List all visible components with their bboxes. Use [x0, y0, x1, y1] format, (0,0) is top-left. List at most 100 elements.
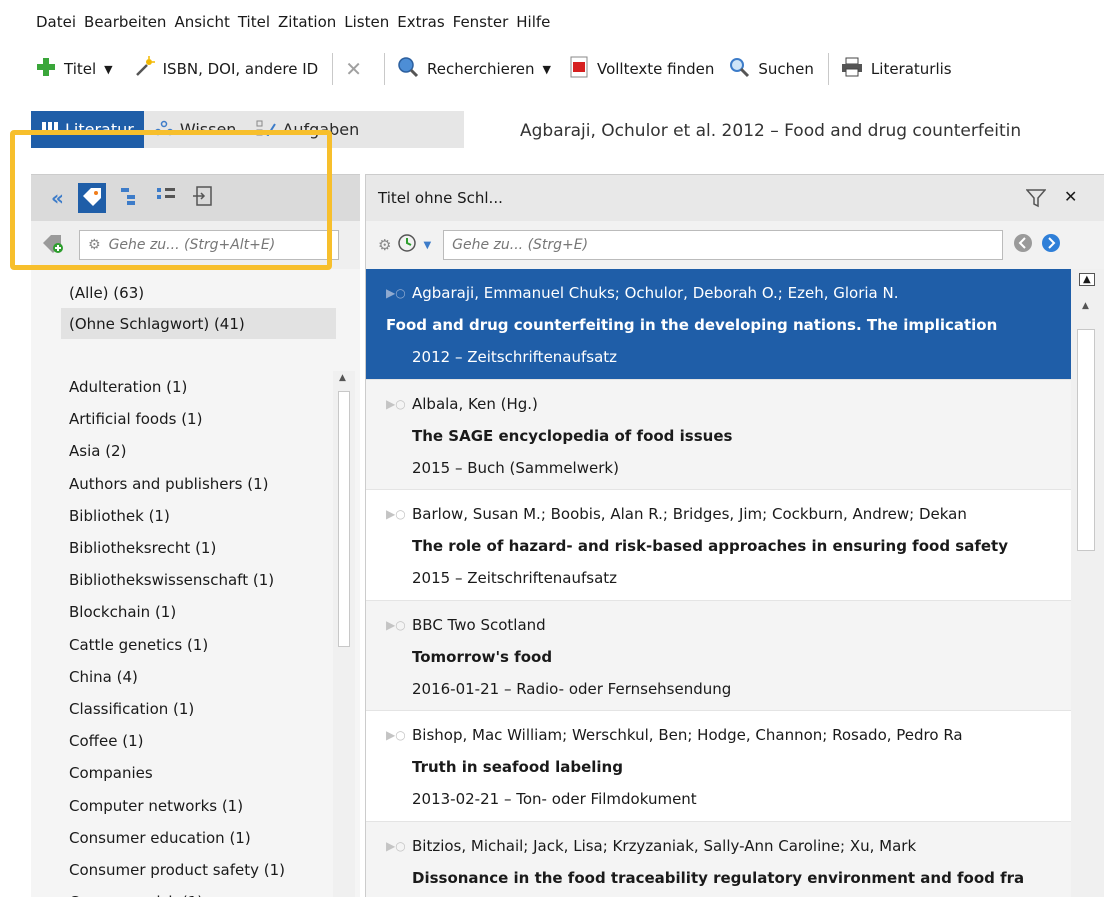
reference-authors: Agbaraji, Emmanuel Chuks; Ochulor, Debor…	[412, 284, 899, 302]
close-icon: ✕	[345, 57, 362, 81]
tab-literatur[interactable]: Literatur	[31, 111, 144, 148]
keyword-item[interactable]: Adulteration (1)	[31, 371, 341, 403]
recherchieren-label: Recherchieren	[426, 60, 535, 78]
next-arrow-icon[interactable]	[1041, 233, 1061, 257]
keyword-item[interactable]: Consumer product safety (1)	[31, 854, 341, 886]
network-icon	[154, 120, 174, 140]
keyword-scrollbar-thumb[interactable]	[338, 391, 350, 647]
flag-icon[interactable]: ▶○	[386, 728, 412, 742]
tab-wissen-label: Wissen	[179, 120, 237, 139]
volltexte-label: Volltexte finden	[596, 60, 715, 78]
keyword-item[interactable]: Companies	[31, 757, 341, 789]
flag-icon[interactable]: ▶○	[386, 507, 412, 521]
tab-wissen[interactable]: Wissen	[144, 111, 247, 148]
reference-authors: BBC Two Scotland	[412, 615, 546, 634]
current-reference-title: Agbaraji, Ochulor et al. 2012 – Food and…	[520, 121, 1022, 141]
collapse-panel-icon[interactable]: «	[51, 186, 64, 210]
gear-icon[interactable]: ⚙	[88, 237, 101, 253]
keyword-item[interactable]: Coffee (1)	[31, 725, 341, 757]
keyword-item[interactable]: Classification (1)	[31, 693, 341, 725]
reference-title: The SAGE encyclopedia of food issues	[412, 426, 733, 445]
keyword-item[interactable]: Artificial foods (1)	[31, 403, 341, 435]
keyword-item[interactable]: Bibliotheksrecht (1)	[31, 532, 341, 564]
keyword-item[interactable]: Authors and publishers (1)	[31, 468, 341, 500]
category-tree-icon[interactable]	[120, 186, 142, 210]
reference-title: Dissonance in the food traceability regu…	[412, 868, 1025, 887]
menu-listen[interactable]: Listen	[344, 13, 389, 31]
scroll-top-icon[interactable]: ▲	[1079, 273, 1095, 286]
keyword-item[interactable]: Asia (2)	[31, 435, 341, 467]
menu-bearbeiten[interactable]: Bearbeiten	[84, 13, 166, 31]
suchen-button[interactable]: Suchen	[728, 56, 814, 82]
keyword-scrollbar[interactable]: ▲	[333, 371, 355, 897]
toolbar: Titel ▼ ISBN, DOI, andere ID ✕ Recherchi…	[0, 44, 1104, 94]
menu-zitation[interactable]: Zitation	[278, 13, 336, 31]
reference-search-input[interactable]: Gehe zu... (Strg+E)	[443, 230, 1004, 260]
reference-authors: Bishop, Mac William; Werschkul, Ben; Hod…	[412, 726, 963, 744]
keyword-item[interactable]: Bibliothek (1)	[31, 500, 341, 532]
keyword-item[interactable]: Bibliothekswissenschaft (1)	[31, 564, 341, 596]
plus-icon	[36, 57, 56, 81]
keyword-pinned-list: (Alle) (63) (Ohne Schlagwort) (41)	[31, 277, 360, 339]
previous-arrow-icon[interactable]	[1013, 233, 1033, 257]
flag-icon[interactable]: ▶○	[386, 397, 412, 411]
menu-extras[interactable]: Extras	[397, 13, 444, 31]
delete-button[interactable]: ✕	[345, 57, 370, 81]
dropdown-arrow-icon[interactable]: ▼	[423, 240, 431, 251]
keyword-item[interactable]: Consumer education (1)	[31, 822, 341, 854]
flag-icon[interactable]: ▶○	[386, 286, 412, 300]
keyword-item[interactable]: China (4)	[31, 661, 341, 693]
menu-hilfe[interactable]: Hilfe	[516, 13, 550, 31]
reference-item[interactable]: ▶○ BBC Two Scotland Tomorrow's food 2016-…	[366, 600, 1071, 711]
recherchieren-button[interactable]: Recherchieren ▼	[397, 56, 551, 82]
keyword-search-input[interactable]: ⚙ Gehe zu... (Strg+Alt+E)	[79, 230, 339, 260]
reference-scrollbar[interactable]: ▲ ▲	[1071, 269, 1104, 897]
reference-meta: 2015 – Zeitschriftenaufsatz	[412, 569, 618, 587]
isbn-doi-button[interactable]: ISBN, DOI, andere ID	[133, 56, 318, 82]
reference-item[interactable]: ▶○ Agbaraji, Emmanuel Chuks; Ochulor, Deb…	[366, 269, 1071, 380]
reference-panel: Titel ohne Schl... ✕ ⚙ ▼ Gehe zu... (Str…	[365, 174, 1104, 897]
reference-item[interactable]: ▶○ Bitzios, Michail; Jack, Lisa; Krzyzani…	[366, 821, 1071, 897]
tab-aufgaben-label: Aufgaben	[282, 120, 360, 139]
keyword-item[interactable]: Cattle genetics (1)	[31, 629, 341, 661]
gear-icon[interactable]: ⚙	[378, 236, 391, 254]
filter-icon[interactable]	[1025, 188, 1047, 212]
volltexte-button[interactable]: Volltexte finden	[569, 56, 714, 82]
menu-titel[interactable]: Titel	[238, 13, 270, 31]
add-title-button[interactable]: Titel ▼	[36, 57, 113, 81]
reference-scrollbar-thumb[interactable]	[1077, 329, 1095, 551]
reference-item[interactable]: ▶○ Albala, Ken (Hg.) The SAGE encyclopedi…	[366, 379, 1071, 490]
view-tabs: Literatur Wissen Aufgaben	[31, 111, 464, 148]
keyword-item[interactable]: Blockchain (1)	[31, 596, 341, 628]
literaturliste-label: Literaturlis	[870, 60, 952, 78]
keyword-item[interactable]: Computer networks (1)	[31, 789, 341, 821]
reference-item[interactable]: ▶○ Barlow, Susan M.; Boobis, Alan R.; Bri…	[366, 490, 1071, 601]
history-icon[interactable]	[397, 233, 417, 257]
scroll-up-arrow-icon[interactable]: ▲	[1082, 301, 1089, 311]
reference-panel-header: Titel ohne Schl... ✕	[366, 175, 1104, 221]
toolbar-separator	[827, 53, 829, 85]
reference-meta: 2016-01-21 – Radio- oder Fernsehsendung	[412, 679, 732, 698]
group-list-icon[interactable]	[156, 186, 178, 210]
scroll-up-arrow-icon[interactable]: ▲	[339, 373, 346, 383]
literaturliste-button[interactable]: Literaturlis	[841, 57, 952, 81]
menu-datei[interactable]: Datei	[36, 13, 76, 31]
toolbar-separator	[332, 53, 334, 85]
keyword-panel-toolbar: «	[31, 175, 360, 221]
flag-icon[interactable]: ▶○	[386, 618, 412, 632]
reference-title: Truth in seafood labeling	[412, 758, 623, 776]
reference-meta: 2012 – Zeitschriftenaufsatz	[412, 348, 618, 366]
flag-icon[interactable]: ▶○	[386, 839, 412, 853]
tab-aufgaben[interactable]: Aufgaben	[246, 111, 369, 148]
menu-fenster[interactable]: Fenster	[453, 13, 509, 31]
keyword-untagged[interactable]: (Ohne Schlagwort) (41)	[61, 308, 336, 339]
keyword-tag-icon[interactable]	[77, 183, 106, 213]
close-icon[interactable]: ✕	[1064, 187, 1077, 206]
keyword-item[interactable]: Consumer risk (1)	[31, 886, 341, 897]
add-keyword-icon[interactable]	[41, 232, 65, 258]
keyword-all[interactable]: (Alle) (63)	[31, 277, 360, 308]
reference-item[interactable]: ▶○ Bishop, Mac William; Werschkul, Ben; H…	[366, 711, 1071, 822]
export-icon[interactable]	[192, 186, 214, 210]
dropdown-arrow-icon: ▼	[542, 62, 551, 76]
menu-ansicht[interactable]: Ansicht	[174, 13, 229, 31]
